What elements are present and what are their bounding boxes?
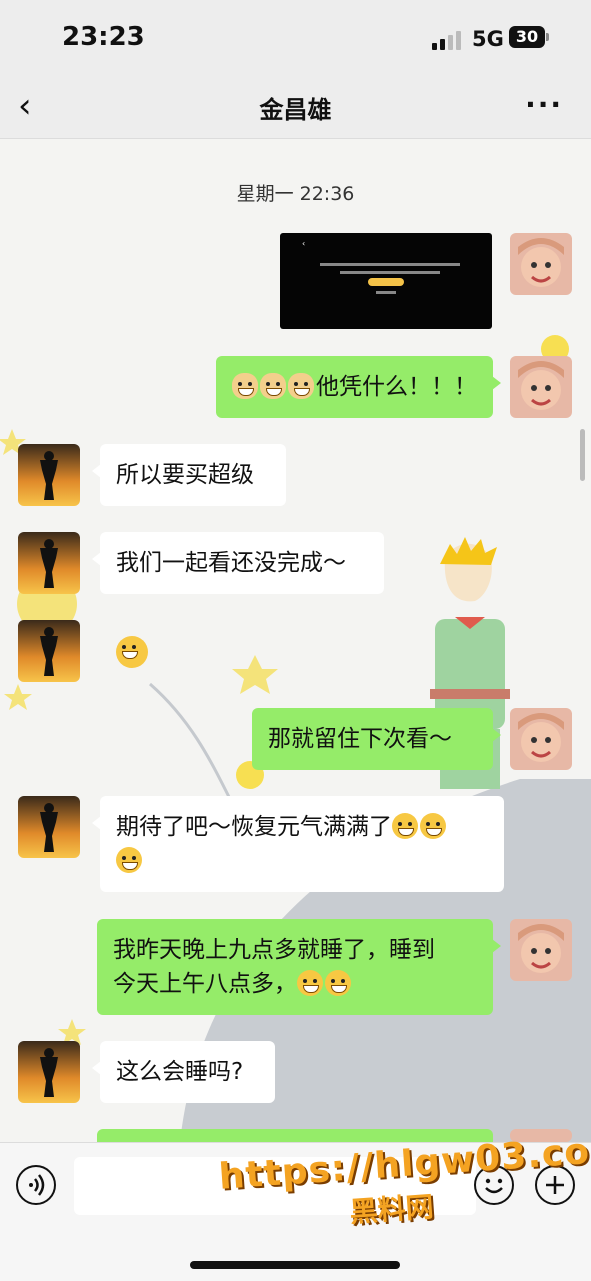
network-type: 5G xyxy=(472,27,504,51)
message-text: 我们一起看还没完成～ xyxy=(116,550,346,576)
battery-level: 30 xyxy=(515,27,539,46)
voice-input-button[interactable] xyxy=(16,1165,56,1205)
message-bubble-outgoing-partial[interactable] xyxy=(97,1129,493,1142)
message-bubble-incoming[interactable]: 所以要买超级 xyxy=(92,444,286,506)
image-thumbnail: ‹ xyxy=(302,239,460,294)
chat-header: ‹ 金昌雄 ··· xyxy=(0,78,591,139)
battery-icon: 30 xyxy=(509,26,549,48)
grin-face-emoji-icon xyxy=(392,813,418,839)
message-bubble-incoming[interactable]: 我们一起看还没完成～ xyxy=(92,532,384,594)
message-bubble-outgoing[interactable]: 他凭什么！！！ xyxy=(216,356,501,418)
voice-icon xyxy=(29,1174,45,1196)
ellipsis-icon: ··· xyxy=(525,88,563,121)
dog-face-emoji-icon xyxy=(288,373,314,399)
chat-title: 金昌雄 xyxy=(259,96,332,124)
contact-avatar[interactable] xyxy=(18,532,80,594)
dog-face-emoji-icon xyxy=(260,373,286,399)
grin-face-emoji-icon xyxy=(116,847,142,873)
contact-avatar[interactable] xyxy=(18,796,80,858)
dog-face-emoji-icon xyxy=(232,373,258,399)
message-bubble-incoming[interactable]: 这么会睡吗? xyxy=(92,1041,275,1103)
smirk-face-emoji-icon xyxy=(116,636,148,668)
message-text-line-1: 我昨天晚上九点多就睡了，睡到 xyxy=(113,937,435,963)
my-avatar[interactable] xyxy=(510,919,572,981)
scrollbar[interactable] xyxy=(580,429,585,481)
contact-avatar[interactable] xyxy=(18,444,80,506)
message-timestamp: 星期一 22:36 xyxy=(236,183,355,205)
svg-text:‹: ‹ xyxy=(302,239,305,248)
tears-of-joy-emoji-icon xyxy=(297,970,323,996)
message-text-line-2: 今天上午八点多， xyxy=(113,971,297,997)
message-text: 所以要买超级 xyxy=(116,462,254,488)
my-avatar[interactable] xyxy=(510,233,572,295)
my-avatar[interactable] xyxy=(510,356,572,418)
message-text: 这么会睡吗? xyxy=(116,1059,244,1085)
contact-avatar[interactable] xyxy=(18,1041,80,1103)
chat-area[interactable]: 星期一 22:36 ‹ 他凭什么！！！ 所以要买超级 我们一起看还没完成～ 那就… xyxy=(0,139,591,1142)
message-text: 他凭什么！！！ xyxy=(316,374,477,400)
status-time: 23:23 xyxy=(62,22,145,52)
message-text: 那就留住下次看～ xyxy=(268,726,452,752)
message-bubble-incoming[interactable]: 期待了吧～恢复元气满满了 xyxy=(92,796,504,892)
image-message[interactable]: ‹ xyxy=(280,233,492,329)
status-bar: 23:23 5G 30 xyxy=(0,0,591,78)
emoji-message[interactable] xyxy=(116,636,148,668)
message-bubble-outgoing[interactable]: 我昨天晚上九点多就睡了，睡到 今天上午八点多， xyxy=(97,919,501,1015)
home-indicator[interactable] xyxy=(190,1261,400,1269)
my-avatar[interactable] xyxy=(510,708,572,770)
contact-avatar[interactable] xyxy=(18,620,80,682)
message-text: 期待了吧～恢复元气满满了 xyxy=(116,814,392,840)
grin-face-emoji-icon xyxy=(420,813,446,839)
signal-icon xyxy=(432,30,462,50)
tears-of-joy-emoji-icon xyxy=(325,970,351,996)
message-bubble-outgoing[interactable]: 那就留住下次看～ xyxy=(252,708,501,770)
more-options-button[interactable]: ··· xyxy=(525,88,563,121)
